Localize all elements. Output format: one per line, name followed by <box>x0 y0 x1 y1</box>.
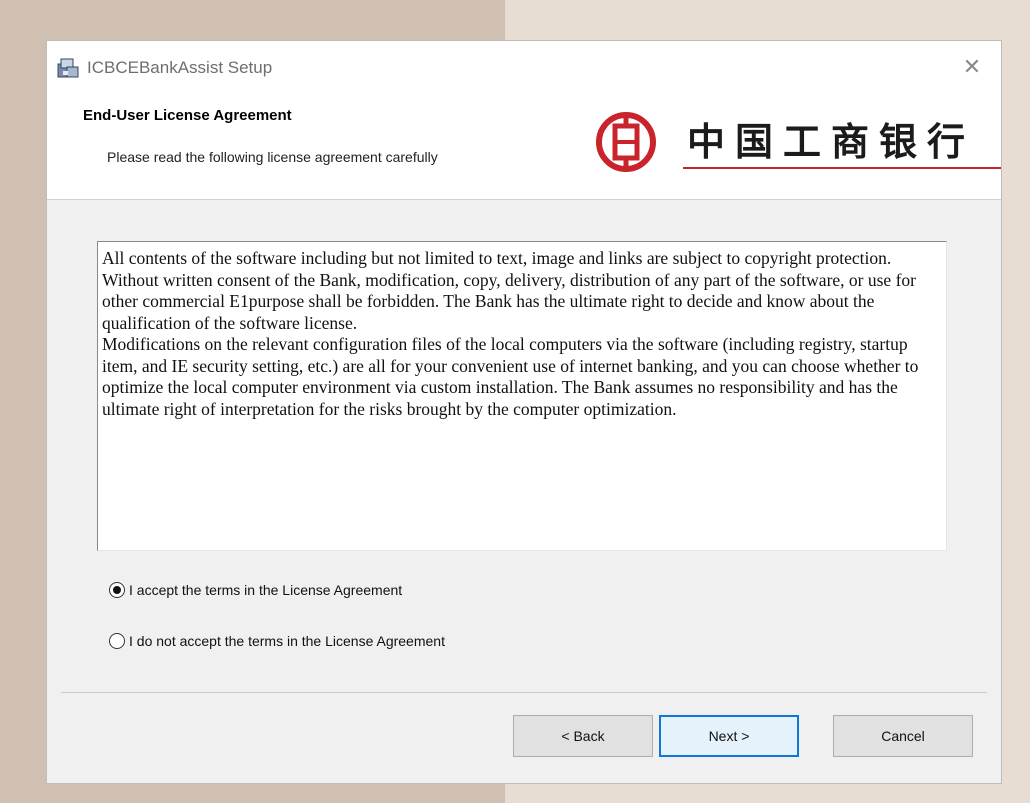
footer-divider <box>61 692 987 693</box>
accept-radio[interactable] <box>109 582 125 598</box>
next-button[interactable]: Next > <box>659 715 799 757</box>
license-paragraph-1: All contents of the software including b… <box>102 248 916 333</box>
cancel-button[interactable]: Cancel <box>833 715 973 757</box>
decline-radio[interactable] <box>109 633 125 649</box>
header-banner: End-User License Agreement Please read t… <box>47 99 1001 200</box>
page-title: End-User License Agreement <box>83 107 292 124</box>
license-paragraph-2: Modifications on the relevant configurat… <box>102 334 919 419</box>
bank-name-logo: 中国工商银行 <box>687 120 976 164</box>
icbc-logo-icon <box>596 112 656 172</box>
decline-option[interactable]: I do not accept the terms in the License… <box>109 630 445 652</box>
logo-underline <box>683 167 1001 169</box>
page-subtitle: Please read the following license agreem… <box>107 149 438 165</box>
window-title: ICBCEBankAssist Setup <box>87 58 273 77</box>
setup-window: ICBCEBankAssist Setup ✕ End-User License… <box>46 40 1002 784</box>
decline-label[interactable]: I do not accept the terms in the License… <box>129 633 445 649</box>
close-icon[interactable]: ✕ <box>957 53 987 83</box>
installer-icon <box>57 58 79 78</box>
license-text-area[interactable]: All contents of the software including b… <box>97 241 947 551</box>
accept-label[interactable]: I accept the terms in the License Agreem… <box>129 582 402 598</box>
accept-option[interactable]: I accept the terms in the License Agreem… <box>109 579 402 601</box>
back-button[interactable]: < Back <box>513 715 653 757</box>
title-bar: ICBCEBankAssist Setup ✕ <box>47 41 1001 99</box>
